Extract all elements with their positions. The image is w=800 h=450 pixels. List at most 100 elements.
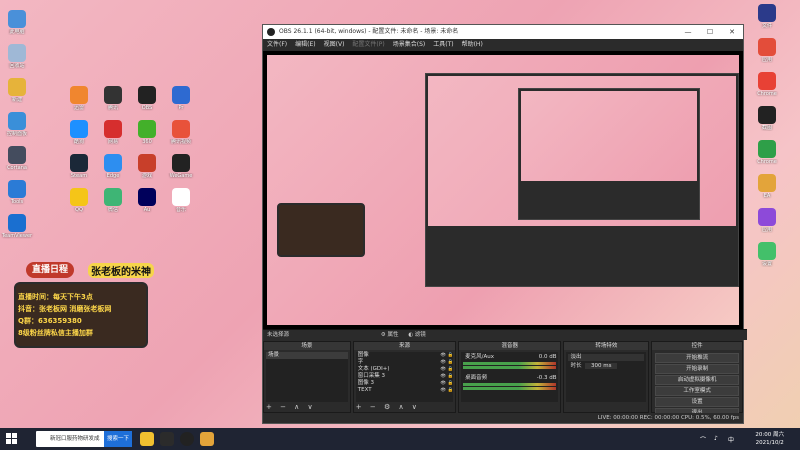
visibility-lock-icon[interactable]: 👁 🔒 [440, 352, 453, 359]
app-icon [172, 86, 190, 104]
properties-button[interactable]: ⚙ 属性 [381, 332, 399, 338]
desktop-icon[interactable]: 游戏 [130, 154, 164, 179]
filters-button[interactable]: ◐ 滤镜 [408, 332, 426, 338]
desktop-icon[interactable]: 回收站 [0, 44, 34, 69]
desktop-icon[interactable]: 酷狗 [62, 120, 96, 145]
desktop-icon-label: WeGame [169, 173, 193, 179]
transitions-dock: 转场特效 淡出 时长 300 ms [563, 341, 650, 413]
source-item[interactable]: 图像 3 👁 🔒 [356, 380, 453, 387]
desktop-icon[interactable]: 微信 [96, 188, 130, 213]
maximize-icon[interactable]: ☐ [699, 25, 721, 39]
mixer-channel[interactable]: 麦克风/Aux 0.0 dB [463, 354, 557, 369]
obs-window[interactable]: OBS 26.1.1 (64-bit, windows) - 配置文件: 未命名… [262, 24, 747, 424]
obs-preview[interactable] [263, 51, 743, 329]
desktop-icon[interactable]: Steam [62, 154, 96, 179]
desktop-icon-label: EA [763, 193, 771, 199]
source-item[interactable]: 窗口采集 3 👁 🔒 [356, 373, 453, 380]
desktop-icon-label: Cortana [7, 165, 27, 171]
scenes-toolbar[interactable]: + − ∧ ∨ [266, 403, 316, 411]
banner-line: Q群：636359380 [18, 317, 82, 325]
volume-slider[interactable] [463, 366, 557, 369]
control-button[interactable]: 启动虚拟摄像机 [655, 375, 739, 385]
desktop-icon[interactable]: Chrome [750, 140, 784, 165]
desktop-icon[interactable]: Edge [96, 154, 130, 179]
desktop-icon[interactable]: 音乐 [164, 188, 198, 213]
banner-header: 直播日程 [26, 262, 75, 278]
app-icon [758, 208, 776, 226]
visibility-lock-icon[interactable]: 👁 🔒 [440, 373, 453, 380]
desktop-icon[interactable]: WeGame [164, 154, 198, 179]
transition-type-select[interactable]: 淡出 [568, 354, 645, 361]
control-button[interactable]: 工作室模式 [655, 386, 739, 396]
obs-taskbar-icon[interactable] [180, 432, 194, 446]
start-button[interactable] [6, 433, 18, 445]
scene-item[interactable]: 场景 [266, 352, 348, 359]
menu-item[interactable]: 场景集合(S) [393, 39, 426, 51]
desktop-icon[interactable]: 控制面板 [0, 112, 34, 137]
obs-titlebar[interactable]: OBS 26.1.1 (64-bit, windows) - 配置文件: 未命名… [263, 25, 743, 39]
menu-item[interactable]: 视图(V) [324, 39, 345, 51]
volume-slider[interactable] [463, 387, 557, 390]
desktop-icon[interactable]: TeamViewer [0, 214, 34, 239]
desktop-icon[interactable]: Tools [0, 180, 34, 205]
desktop-icon[interactable]: Chrome [750, 72, 784, 97]
visibility-lock-icon[interactable]: 👁 🔒 [440, 359, 453, 366]
desktop-icon[interactable]: 文件 [750, 4, 784, 29]
desktop-icon[interactable]: 腾讯视频 [164, 120, 198, 145]
ime-icon[interactable]: 中 [728, 435, 734, 444]
minimize-icon[interactable]: — [677, 25, 699, 39]
menu-item[interactable]: 工具(T) [433, 39, 453, 51]
control-button[interactable]: 开始推流 [655, 353, 739, 363]
mixer-channels[interactable]: 麦克风/Aux 0.0 dB 桌面音频 -0.3 dB [461, 352, 559, 402]
visibility-lock-icon[interactable]: 👁 🔒 [440, 380, 453, 387]
desktop-icon[interactable]: Cortana [0, 146, 34, 171]
desktop-icon[interactable]: 应用 [750, 208, 784, 233]
source-item[interactable]: TEXT 👁 🔒 [356, 387, 453, 394]
control-button[interactable]: 设置 [655, 397, 739, 407]
desktop-icon[interactable]: 迅雷 [62, 86, 96, 111]
network-icon[interactable]: ⌒ [700, 435, 706, 444]
app-icon[interactable] [160, 432, 174, 446]
source-item[interactable]: 文本 (GDI+) 👁 🔒 [356, 366, 453, 373]
menu-item[interactable]: 文件(F) [267, 39, 287, 51]
menu-item[interactable]: 配置文件(P) [352, 39, 384, 51]
desktop-icon[interactable]: 360 [130, 120, 164, 145]
visibility-lock-icon[interactable]: 👁 🔒 [440, 366, 453, 373]
visibility-lock-icon[interactable]: 👁 🔒 [440, 387, 453, 394]
desktop-icon[interactable]: 新建 [0, 78, 34, 103]
mixer-channel[interactable]: 桌面音频 -0.3 dB [463, 375, 557, 390]
menu-item[interactable]: 帮助(H) [462, 39, 483, 51]
desktop-icon[interactable]: 腾讯 [96, 86, 130, 111]
close-icon[interactable]: ✕ [721, 25, 743, 39]
file-explorer-icon[interactable] [140, 432, 154, 446]
source-item[interactable]: 字 👁 🔒 [356, 359, 453, 366]
desktop-icon[interactable]: 应用 [750, 38, 784, 63]
desktop-icon[interactable]: 此电脑 [0, 10, 34, 35]
transition-duration[interactable]: 时长 300 ms [568, 363, 644, 370]
desktop-icon-label: Chrome [757, 159, 777, 165]
desktop-icon[interactable]: OBS [130, 86, 164, 111]
volume-icon[interactable]: ♪ [714, 435, 718, 442]
sources-list[interactable]: 图像 👁 🔒 字 👁 🔒 文本 (GDI+) 👁 🔒 窗口采集 3 👁 🔒 图像 3 👁… [355, 352, 454, 402]
desktop-icon-label: 网易 [107, 139, 118, 145]
source-item[interactable]: 图像 👁 🔒 [356, 352, 453, 359]
desktop-icon[interactable]: Au [130, 188, 164, 213]
taskbar-clock[interactable]: 20:00 周六 2021/10/2 [755, 431, 784, 447]
mixer-dock: 混音器 麦克风/Aux 0.0 dB 桌面音频 -0.3 dB [458, 341, 562, 413]
desktop-icon[interactable]: EA [750, 174, 784, 199]
desktop-icon[interactable]: 网易 [96, 120, 130, 145]
menu-item[interactable]: 编辑(E) [295, 39, 315, 51]
desktop-icon[interactable]: 设置 [750, 242, 784, 267]
sources-toolbar[interactable]: + − ⚙ ∧ ∨ [356, 403, 420, 411]
control-button[interactable]: 开始录制 [655, 364, 739, 374]
app-icon[interactable] [200, 432, 214, 446]
desktop-icon[interactable]: 截图 [750, 106, 784, 131]
desktop-icon[interactable]: QQ [62, 188, 96, 213]
mixer-channel-name: 麦克风/Aux [465, 354, 494, 360]
desktop-icon[interactable]: Pr [164, 86, 198, 111]
taskbar-search-button[interactable]: 搜索一下 [104, 431, 132, 447]
scenes-list[interactable]: 场景 [266, 352, 348, 402]
mixer-channel-level: -0.3 dB [536, 375, 557, 381]
app-icon [8, 112, 26, 130]
app-icon [758, 4, 776, 22]
